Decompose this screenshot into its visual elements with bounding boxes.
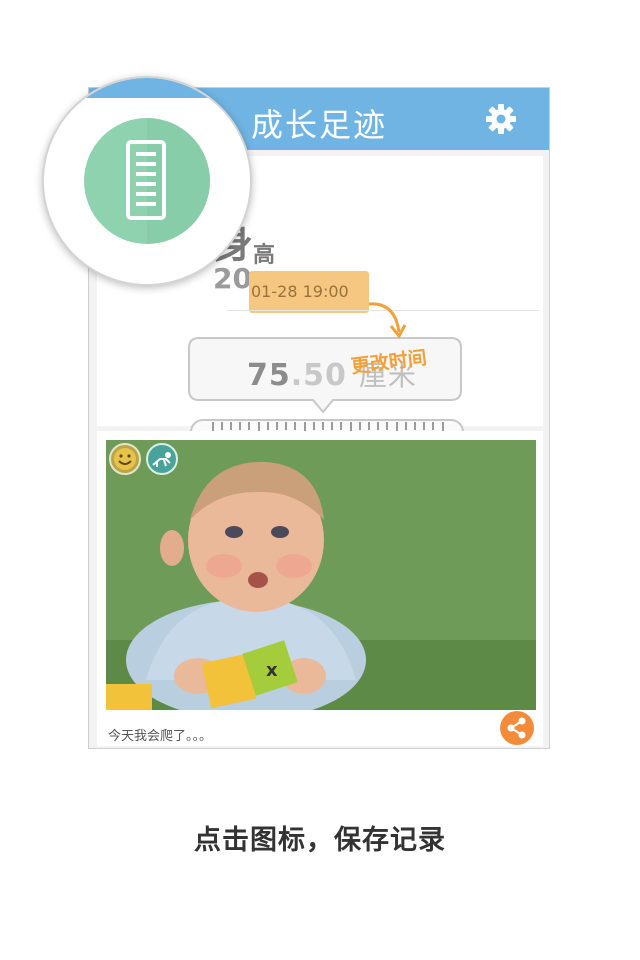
share-icon [507, 717, 526, 739]
svg-text:x: x [266, 660, 278, 681]
baby-illustration: x [106, 440, 536, 710]
share-button[interactable] [500, 711, 534, 745]
photo-caption: 今天我会爬了。。。 [108, 729, 213, 744]
baby-photo[interactable]: x [106, 440, 536, 710]
photo-card: x 今天我会爬了。。。 [97, 431, 543, 746]
magnifier-overlay [42, 76, 252, 286]
record-datetime[interactable]: 01-28 19:00 [249, 271, 369, 313]
magnified-header-strip [44, 78, 250, 98]
ruler-record-icon[interactable] [84, 118, 210, 244]
gear-icon[interactable] [485, 103, 517, 135]
instruction-text: 点击图标，保存记录 [194, 825, 446, 856]
curved-arrow-icon [368, 302, 407, 339]
record-year: 20 [213, 262, 252, 295]
smiley-icon[interactable] [109, 443, 141, 475]
crawl-icon[interactable] [146, 443, 178, 475]
